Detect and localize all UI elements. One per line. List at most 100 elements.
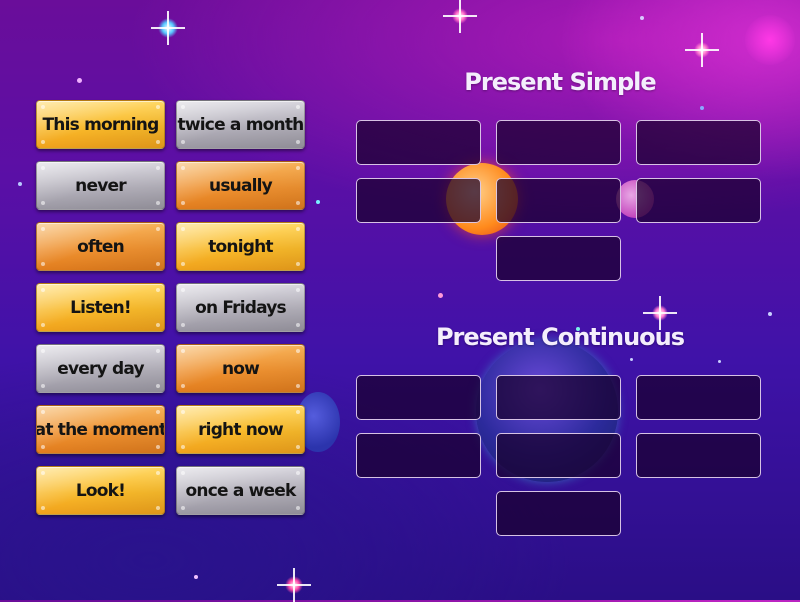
word-tile-label: now xyxy=(221,358,260,379)
rivet-decoration xyxy=(41,166,45,170)
word-tile-label: never xyxy=(75,175,126,196)
rivet-decoration xyxy=(296,445,300,449)
present-continuous-drop-slot[interactable] xyxy=(496,433,621,478)
word-tile[interactable]: right now xyxy=(176,405,305,454)
rivet-decoration xyxy=(296,410,300,414)
rivet-decoration xyxy=(181,471,185,475)
rivet-decoration xyxy=(156,262,160,266)
rivet-decoration xyxy=(181,262,185,266)
rivet-decoration xyxy=(181,506,185,510)
word-tile[interactable]: tonight xyxy=(176,222,305,271)
rivet-decoration xyxy=(181,323,185,327)
present-simple-drop-slot[interactable] xyxy=(496,236,621,281)
rivet-decoration xyxy=(296,262,300,266)
rivet-decoration xyxy=(296,201,300,205)
group-title-present-simple: Present Simple xyxy=(464,68,656,96)
word-tile-label: at the moment xyxy=(36,419,165,440)
present-simple-drop-slot[interactable] xyxy=(356,120,481,165)
word-tile[interactable]: on Fridays xyxy=(176,283,305,332)
word-tile-label: Look! xyxy=(75,480,126,501)
word-tile-bank: This morning twice a month never usually oft… xyxy=(36,100,305,515)
rivet-decoration xyxy=(156,445,160,449)
word-tile[interactable]: now xyxy=(176,344,305,393)
star-icon xyxy=(694,42,710,58)
word-tile[interactable]: never xyxy=(36,161,165,210)
present-continuous-drop-slot[interactable] xyxy=(356,375,481,420)
word-tile[interactable]: twice a month xyxy=(176,100,305,149)
rivet-decoration xyxy=(296,349,300,353)
rivet-decoration xyxy=(181,140,185,144)
present-continuous-drop-slot[interactable] xyxy=(636,433,761,478)
rivet-decoration xyxy=(41,384,45,388)
star-icon xyxy=(285,576,303,594)
star-icon xyxy=(158,18,178,38)
word-tile[interactable]: This morning xyxy=(36,100,165,149)
rivet-decoration xyxy=(156,288,160,292)
word-tile-label: This morning xyxy=(42,114,160,135)
word-tile[interactable]: at the moment xyxy=(36,405,165,454)
rivet-decoration xyxy=(181,288,185,292)
star-icon xyxy=(438,293,443,298)
word-tile[interactable]: usually xyxy=(176,161,305,210)
present-simple-drop-slot[interactable] xyxy=(496,178,621,223)
rivet-decoration xyxy=(296,140,300,144)
rivet-decoration xyxy=(156,140,160,144)
word-tile[interactable]: every day xyxy=(36,344,165,393)
present-continuous-drop-slot[interactable] xyxy=(356,433,481,478)
word-tile[interactable]: once a week xyxy=(176,466,305,515)
star-icon xyxy=(77,78,82,83)
rivet-decoration xyxy=(296,471,300,475)
rivet-decoration xyxy=(41,140,45,144)
present-simple-drop-slot[interactable] xyxy=(356,178,481,223)
word-tile-label: right now xyxy=(198,419,284,440)
rivet-decoration xyxy=(41,410,45,414)
rivet-decoration xyxy=(41,349,45,353)
rivet-decoration xyxy=(156,384,160,388)
present-simple-drop-slot[interactable] xyxy=(636,120,761,165)
star-icon xyxy=(194,575,198,579)
rivet-decoration xyxy=(296,384,300,388)
star-icon xyxy=(652,305,668,321)
star-icon xyxy=(700,106,704,110)
word-tile-label: usually xyxy=(209,175,273,196)
present-continuous-drop-slot[interactable] xyxy=(636,375,761,420)
rivet-decoration xyxy=(156,349,160,353)
present-continuous-drop-slot[interactable] xyxy=(496,491,621,536)
rivet-decoration xyxy=(181,349,185,353)
rivet-decoration xyxy=(41,288,45,292)
word-tile-label: twice a month xyxy=(177,114,304,135)
present-simple-drop-slot[interactable] xyxy=(496,120,621,165)
rivet-decoration xyxy=(181,201,185,205)
rivet-decoration xyxy=(41,227,45,231)
rivet-decoration xyxy=(296,227,300,231)
word-tile-label: often xyxy=(77,236,125,257)
star-icon xyxy=(18,182,22,186)
rivet-decoration xyxy=(296,166,300,170)
word-tile[interactable]: Listen! xyxy=(36,283,165,332)
star-icon xyxy=(630,358,633,361)
star-icon xyxy=(718,360,721,363)
present-simple-drop-slot[interactable] xyxy=(636,178,761,223)
rivet-decoration xyxy=(156,201,160,205)
rivet-decoration xyxy=(156,323,160,327)
rivet-decoration xyxy=(41,201,45,205)
rivet-decoration xyxy=(41,506,45,510)
word-tile[interactable]: often xyxy=(36,222,165,271)
rivet-decoration xyxy=(181,445,185,449)
rivet-decoration xyxy=(296,323,300,327)
rivet-decoration xyxy=(296,506,300,510)
present-continuous-drop-slot[interactable] xyxy=(496,375,621,420)
rivet-decoration xyxy=(41,323,45,327)
word-tile-label: tonight xyxy=(208,236,273,257)
group-title-present-continuous: Present Continuous xyxy=(435,323,685,351)
rivet-decoration xyxy=(156,105,160,109)
rivet-decoration xyxy=(296,288,300,292)
word-tile[interactable]: Look! xyxy=(36,466,165,515)
star-icon xyxy=(768,312,772,316)
rivet-decoration xyxy=(296,105,300,109)
rivet-decoration xyxy=(41,262,45,266)
rivet-decoration xyxy=(156,410,160,414)
rivet-decoration xyxy=(41,471,45,475)
star-icon xyxy=(316,200,320,204)
word-tile-label: on Fridays xyxy=(195,297,287,318)
